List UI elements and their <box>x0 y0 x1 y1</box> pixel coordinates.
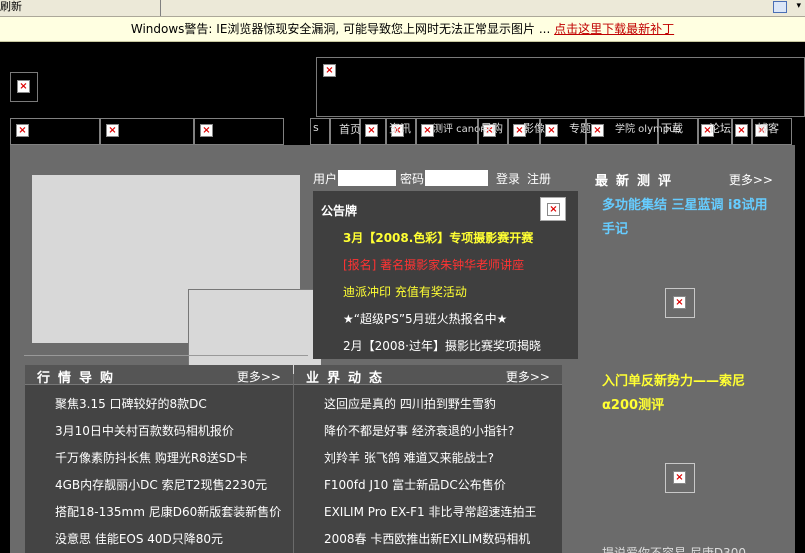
broken-image-icon: × <box>323 64 336 77</box>
warning-download-link[interactable]: 点击这里下载最新补丁 <box>554 22 674 36</box>
industry-news-section: 业界动态 更多>> 这回应是真的 四川拍到野生雪豹 降价不都是好事 经济衰退的小… <box>294 365 562 553</box>
review-item-2[interactable]: 入门单反新势力——索尼α200测评 <box>602 370 777 418</box>
username-input[interactable] <box>338 170 396 186</box>
notice-item[interactable]: ★“超级PS”5月班火热报名中★ <box>343 310 507 327</box>
nav-item[interactable]: × <box>360 118 386 145</box>
main-nav: × × × s 首页 × × 资讯 × 测评 canon × 导购 × 影像 × 专题 ×… <box>10 118 795 145</box>
warning-text: Windows警告: IE浏览器惊现安全漏洞, 可能导致您上网时无法正常显示图片… <box>130 22 555 36</box>
nav-item[interactable]: × <box>10 118 100 145</box>
review-item-1[interactable]: 多功能集结 三星蓝调 i8试用手记 <box>602 194 777 242</box>
broken-image-icon: × <box>735 124 751 140</box>
list-item[interactable]: F100fd J10 富士新品DC公布售价 <box>324 476 506 493</box>
notice-title: 公告牌 <box>321 204 358 218</box>
list-item[interactable]: 搭配18-135mm 尼康D60新版套装新售价 <box>55 503 281 520</box>
nav-item-academy[interactable]: × 学院 olympus <box>586 118 681 145</box>
divider <box>24 355 308 356</box>
dropdown-arrow-icon[interactable]: ▾ <box>796 1 801 11</box>
browser-toolbar: 刷新 ▾ <box>0 0 805 17</box>
nav-item-news[interactable]: × 资讯 <box>386 118 416 145</box>
nav-item-review[interactable]: × 测评 canon <box>416 118 487 145</box>
warning-bar: Windows警告: IE浏览器惊现安全漏洞, 可能导致您上网时无法正常显示图片… <box>0 17 805 42</box>
more-link[interactable]: 更多>> <box>237 368 281 385</box>
list-item[interactable]: 2008春 卡西欧推出新EXILIM数码相机 <box>324 530 530 547</box>
nav-item[interactable]: × <box>732 118 752 145</box>
password-label: 密码 <box>400 172 425 186</box>
list-item[interactable]: EXILIM Pro EX-F1 非比寻常超速连拍王 <box>324 503 536 520</box>
more-link[interactable]: 更多>> <box>506 368 550 385</box>
page-icon[interactable] <box>773 1 787 13</box>
broken-image-icon: × <box>547 203 560 216</box>
list-item[interactable]: 这回应是真的 四川拍到野生雪豹 <box>324 395 496 412</box>
notice-broken-image[interactable]: × <box>540 197 566 221</box>
notice-item[interactable]: 2月【2008·过年】摄影比赛奖项揭晓 <box>343 337 541 354</box>
broken-image-icon: × <box>591 124 607 140</box>
main-content: 用户 密码 登录 注册 公告牌 × 3月【2008.色彩】专项摄影赛开赛 [报名… <box>10 145 795 553</box>
broken-image-icon: × <box>365 124 381 140</box>
notice-item[interactable]: 迪派冲印 充值有奖活动 <box>343 283 467 300</box>
nav-item[interactable]: s <box>310 118 330 145</box>
list-item[interactable]: 降价不都是好事 经济衰退的小指针? <box>324 422 514 439</box>
review-broken-image[interactable]: × <box>665 288 695 318</box>
list-item[interactable]: 刘羚羊 张飞鸽 难道又来能战士? <box>324 449 494 466</box>
list-item[interactable]: 4GB内存靓丽小DC 索尼T2现售2230元 <box>55 476 267 493</box>
list-item[interactable]: 没意思 佳能EOS 40D只降80元 <box>55 530 223 547</box>
nav-item-download[interactable]: 下载 <box>658 118 698 145</box>
broken-image-icon: × <box>200 124 216 140</box>
section-title: 行情导购 <box>37 371 122 386</box>
nav-item-forum[interactable]: × 论坛 <box>698 118 732 145</box>
broken-image-icon: × <box>673 296 686 309</box>
notice-item[interactable]: 3月【2008.色彩】专项摄影赛开赛 <box>343 229 533 246</box>
login-form: 用户 密码 登录 注册 <box>313 167 573 187</box>
nav-item-topic[interactable]: × 专题 <box>540 118 591 145</box>
list-item[interactable]: 千万像素防抖长焦 购理光R8送SD卡 <box>55 449 248 466</box>
broken-image-icon: × <box>106 124 122 140</box>
password-input[interactable] <box>425 170 488 186</box>
section-title: 业界动态 <box>306 371 391 386</box>
reviews-section: 最新测评 更多>> 多功能集结 三星蓝调 i8试用手记 × 入门单反新势力——索… <box>583 167 783 553</box>
featured-image-placeholder[interactable] <box>32 175 321 374</box>
nav-item[interactable]: × <box>100 118 194 145</box>
refresh-button[interactable]: 刷新 <box>0 0 22 13</box>
register-button[interactable]: 注册 <box>527 170 551 187</box>
section-header: 业界动态 更多>> <box>294 365 562 386</box>
list-item[interactable]: 聚焦3.15 口碑较好的8款DC <box>55 395 207 412</box>
user-label: 用户 <box>313 172 338 186</box>
nav-item[interactable]: × <box>194 118 284 145</box>
toolbar-divider <box>160 0 161 16</box>
broken-image-icon: × <box>673 471 686 484</box>
logo-broken-image[interactable]: × <box>10 72 38 102</box>
nav-item-guide[interactable]: × 导购 <box>478 118 508 145</box>
featured-image-inner <box>188 289 321 374</box>
section-title: 最新测评 <box>595 174 680 189</box>
nav-item-home[interactable]: 首页 <box>330 118 361 145</box>
notice-board: 公告牌 × 3月【2008.色彩】专项摄影赛开赛 [报名] 著名摄影家朱钟华老师… <box>313 191 578 359</box>
section-header: 行情导购 更多>> <box>25 365 293 386</box>
nav-item-blog[interactable]: × 博客 <box>752 118 792 145</box>
broken-image-icon: × <box>545 124 561 140</box>
review-broken-image[interactable]: × <box>665 463 695 493</box>
broken-image-icon: × <box>17 80 30 93</box>
banner-broken-image[interactable]: × <box>316 57 805 117</box>
nav-item-image[interactable]: × 影像 <box>508 118 545 145</box>
login-button[interactable]: 登录 <box>496 170 520 187</box>
broken-image-icon: × <box>16 124 32 140</box>
notice-item[interactable]: [报名] 著名摄影家朱钟华老师讲座 <box>343 256 524 273</box>
more-link[interactable]: 更多>> <box>729 171 773 188</box>
list-item[interactable]: 3月10日中关村百款数码相机报价 <box>55 422 234 439</box>
buying-guide-section: 行情导购 更多>> 聚焦3.15 口碑较好的8款DC 3月10日中关村百款数码相… <box>25 365 293 553</box>
review-item-3[interactable]: 提说爱你不容易 尼康D300 <box>602 544 746 553</box>
